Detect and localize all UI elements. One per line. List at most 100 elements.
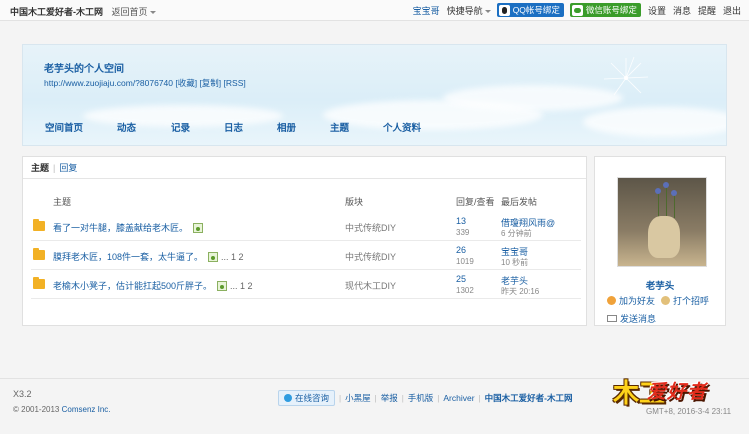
flower — [671, 190, 677, 196]
add-friend-icon — [607, 296, 616, 305]
copyright: © 2001-2013 Comsenz Inc. — [13, 405, 111, 414]
topics-panel: 主题 | 回复 主题 版块 回复/查看 最后发帖 看了一对牛腿，膝盖献给老木匠。… — [22, 156, 587, 326]
footer-links: 在线咨询 | 小黑屋 | 举报 | 手机版 | Archiver | 中国木工爱… — [278, 390, 572, 406]
username-link[interactable]: 宝宝哥 — [413, 4, 440, 17]
flower — [655, 188, 661, 194]
add-friend-link[interactable]: 加为好友 — [619, 294, 655, 307]
header-forum: 版块 — [345, 197, 364, 207]
wechat-bind-label: 微信账号绑定 — [585, 5, 637, 15]
image-attachment-icon — [193, 222, 204, 233]
footer-link-mobile[interactable]: 手机版 — [408, 392, 434, 404]
space-nav: 空间首页 动态 记录 日志 相册 主题 个人资料 — [45, 120, 443, 134]
wechat-icon — [571, 4, 583, 16]
image-attachment-icon — [217, 280, 228, 291]
topic-views: 1302 — [456, 286, 474, 295]
wechat-bind-button[interactable]: 微信账号绑定 — [569, 3, 641, 17]
dandelion-icon — [603, 56, 649, 96]
version-label: X3.2 — [13, 389, 32, 399]
reminders-link[interactable]: 提醒 — [698, 4, 716, 17]
topic-subject[interactable]: 看了一对牛腿，膝盖献给老木匠。 — [53, 221, 204, 234]
topic-title[interactable]: 膜拜老木匠，108件一套，太牛逼了。 — [53, 250, 203, 263]
link-separator: | — [437, 393, 440, 403]
top-bar-left: 中国木工爱好者-木工网 返回首页 — [10, 5, 156, 18]
nav-activity[interactable]: 动态 — [117, 120, 171, 134]
flower-stem — [666, 186, 667, 218]
envelope-icon — [607, 315, 617, 322]
nav-records[interactable]: 记录 — [171, 120, 224, 134]
topic-forum[interactable]: 中式传统DIY — [345, 250, 396, 263]
site-name-link[interactable]: 中国木工爱好者-木工网 — [10, 7, 103, 17]
poke-icon — [661, 296, 671, 305]
table-row: 看了一对牛腿，膝盖献给老木匠。 中式传统DIY 13 339 借瓊翔风雨@ 6 … — [31, 213, 581, 241]
topic-title[interactable]: 看了一对牛腿，膝盖献给老木匠。 — [53, 221, 188, 234]
footer-left: X3.2 © 2001-2013 Comsenz Inc. — [13, 389, 111, 414]
vase — [648, 216, 680, 258]
flower-stem — [674, 194, 675, 218]
qq-icon — [498, 4, 510, 16]
topic-replies[interactable]: 25 — [456, 274, 466, 284]
table-row: 膜拜老木匠，108件一套，太牛逼了。 ... 1 2 中式传统DIY 26 101… — [31, 242, 581, 270]
profile-name[interactable]: 老芋头 — [595, 278, 725, 292]
footer-link-blackroom[interactable]: 小黑屋 — [345, 392, 371, 404]
avatar[interactable] — [617, 177, 707, 267]
header-last: 最后发帖 — [501, 197, 538, 207]
folder-icon — [33, 277, 45, 289]
logout-link[interactable]: 退出 — [723, 4, 741, 17]
table-header: 主题 版块 回复/查看 最后发帖 — [23, 195, 586, 209]
footer-link-report[interactable]: 举报 — [381, 392, 398, 404]
cloud-decoration — [583, 107, 726, 137]
back-home-label: 返回首页 — [111, 7, 148, 17]
tab-topics[interactable]: 主题 — [31, 161, 49, 174]
top-bar: 中国木工爱好者-木工网 返回首页 宝宝哥 快捷导航 QQ帐号绑定 微信账号绑定 … — [0, 0, 749, 21]
topic-pages[interactable]: ... 1 2 — [221, 252, 244, 262]
flower-stem — [658, 192, 659, 218]
quick-nav-menu[interactable]: 快捷导航 — [447, 4, 491, 17]
header-stats: 回复/查看 — [456, 197, 495, 207]
nav-album[interactable]: 相册 — [277, 120, 330, 134]
topic-replies[interactable]: 13 — [456, 216, 466, 226]
quick-nav-label: 快捷导航 — [446, 5, 483, 16]
tab-separator: | — [53, 162, 56, 173]
topic-forum[interactable]: 现代木工DIY — [345, 279, 396, 292]
space-url[interactable]: http://www.zuojiaju.com/?8076740 [收藏] [复… — [44, 77, 246, 89]
company-link[interactable]: Comsenz Inc. — [62, 405, 111, 414]
panel-tabs: 主题 | 回复 — [23, 157, 586, 179]
site-logo[interactable]: 木工 爱好者 — [613, 371, 741, 409]
qq-bind-label: QQ帐号绑定 — [512, 5, 560, 15]
link-separator: | — [374, 393, 377, 403]
nav-space-home[interactable]: 空间首页 — [45, 120, 117, 134]
poke-link[interactable]: 打个招呼 — [673, 294, 709, 307]
messages-link[interactable]: 消息 — [673, 4, 691, 17]
header-subject: 主题 — [53, 197, 72, 207]
back-home-link[interactable]: 返回首页 — [112, 7, 156, 17]
nav-profile[interactable]: 个人资料 — [383, 120, 443, 134]
top-bar-right: 宝宝哥 快捷导航 QQ帐号绑定 微信账号绑定 设置 消息 提醒 退出 — [406, 3, 741, 17]
topic-last-time: 10 秒前 — [501, 258, 529, 267]
image-attachment-icon — [208, 251, 219, 262]
online-consult-label: 在线咨询 — [295, 393, 330, 403]
topic-subject[interactable]: 膜拜老木匠，108件一套，太牛逼了。 ... 1 2 — [53, 250, 244, 263]
server-time: GMT+8, 2016-3-4 23:11 — [646, 407, 732, 416]
topic-views: 339 — [456, 228, 470, 237]
flower — [663, 182, 669, 188]
profile-card: 老芋头 加为好友 打个招呼 发送消息 — [594, 156, 726, 326]
topic-forum[interactable]: 中式传统DIY — [345, 221, 396, 234]
topic-last-time: 6 分钟前 — [501, 229, 532, 238]
link-separator: | — [339, 393, 342, 403]
online-consult-button[interactable]: 在线咨询 — [278, 390, 336, 406]
topic-last-time: 昨天 20:16 — [501, 287, 540, 296]
space-title[interactable]: 老芋头的个人空间 — [44, 60, 124, 75]
send-message-link[interactable]: 发送消息 — [620, 312, 656, 325]
chevron-down-icon — [484, 9, 491, 13]
settings-link[interactable]: 设置 — [648, 4, 666, 17]
nav-topics[interactable]: 主题 — [330, 120, 383, 134]
footer-link-archiver[interactable]: Archiver — [443, 393, 474, 403]
tab-replies[interactable]: 回复 — [59, 161, 77, 174]
topic-replies[interactable]: 26 — [456, 245, 466, 255]
topic-subject[interactable]: 老榆木小凳子，估计能扛起500斤胖子。 ... 1 2 — [53, 279, 253, 292]
topic-pages[interactable]: ... 1 2 — [230, 281, 253, 291]
topic-title[interactable]: 老榆木小凳子，估计能扛起500斤胖子。 — [53, 279, 212, 292]
qq-bind-button[interactable]: QQ帐号绑定 — [496, 3, 564, 17]
nav-blog[interactable]: 日志 — [224, 120, 277, 134]
footer-site-link[interactable]: 中国木工爱好者-木工网 — [485, 392, 573, 404]
